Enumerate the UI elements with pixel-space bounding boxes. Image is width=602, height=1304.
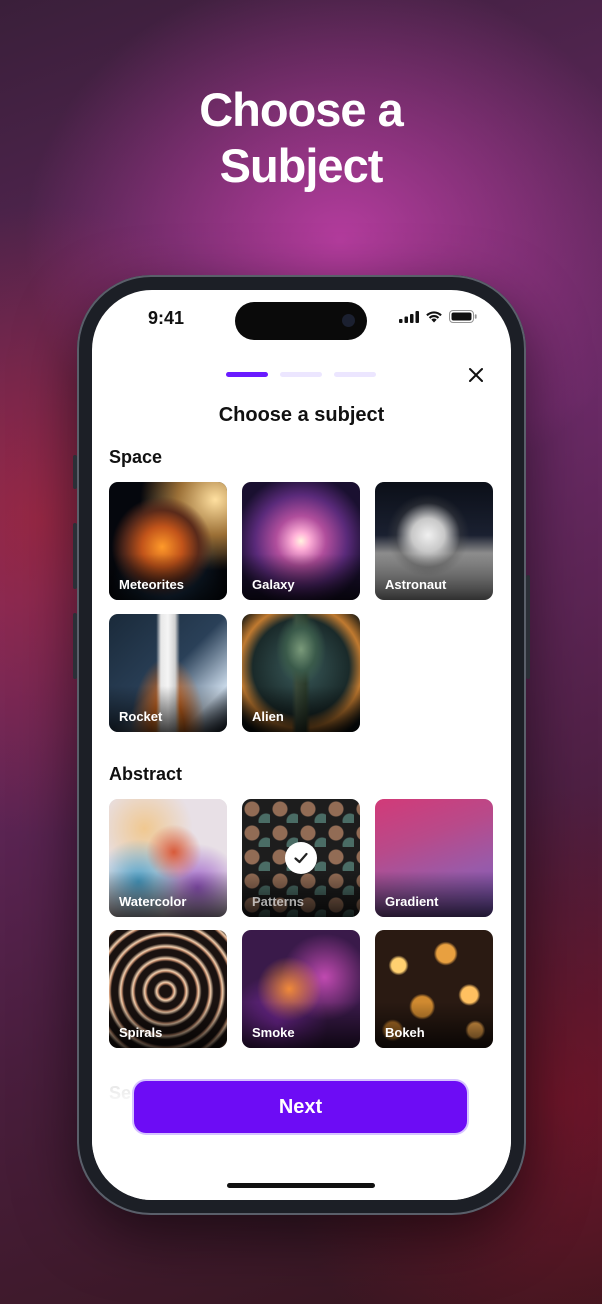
- screen-title: Choose a subject: [218, 404, 385, 426]
- tile-label: Spirals: [119, 1025, 163, 1040]
- subject-tile-smoke[interactable]: Smoke: [242, 930, 360, 1048]
- tile-label: Astronaut: [385, 577, 447, 592]
- subject-tile-watercolor[interactable]: Watercolor: [109, 799, 227, 917]
- dynamic-island: [235, 302, 367, 340]
- step-progress: [226, 372, 376, 377]
- progress-step-2: [280, 372, 322, 377]
- checkmark-icon: [294, 852, 308, 864]
- tile-label: Galaxy: [252, 577, 295, 592]
- headline-line-1: Choose a: [199, 83, 404, 136]
- headline-line-2: Subject: [219, 139, 384, 192]
- subject-tile-patterns[interactable]: Patterns: [242, 799, 360, 917]
- tile-label: Patterns: [252, 894, 305, 909]
- next-button[interactable]: Next: [134, 1081, 467, 1133]
- tile-label: Smoke: [252, 1025, 295, 1040]
- progress-step-3: [334, 372, 376, 377]
- wifi-icon: [426, 311, 442, 323]
- tile-label: Bokeh: [385, 1025, 425, 1040]
- tile-label: Watercolor: [119, 894, 187, 909]
- selected-check-badge: [285, 842, 317, 874]
- section-title-abstract: Abstract: [109, 764, 183, 784]
- subject-tile-meteorites[interactable]: Meteorites: [109, 482, 227, 600]
- section-title-space: Space: [109, 447, 163, 467]
- subject-tile-bokeh[interactable]: Bokeh: [375, 930, 493, 1048]
- tile-label: Gradient: [385, 894, 439, 909]
- subject-tile-astronaut[interactable]: Astronaut: [375, 482, 493, 600]
- subject-tile-galaxy[interactable]: Galaxy: [242, 482, 360, 600]
- close-icon: [469, 368, 483, 382]
- power-button: [526, 575, 530, 679]
- subject-tile-spirals[interactable]: Spirals: [109, 930, 227, 1048]
- phone-frame: 9:41 Choose a subject Space Meteorites G…: [73, 275, 530, 1215]
- action-button: [73, 455, 77, 489]
- progress-step-1: [226, 372, 268, 377]
- battery-icon: [449, 310, 477, 323]
- home-indicator: [227, 1183, 375, 1188]
- volume-down-button: [73, 613, 77, 679]
- volume-up-button: [73, 523, 77, 589]
- app-screen: 9:41 Choose a subject Space Meteorites G…: [92, 290, 511, 1200]
- tile-label: Alien: [252, 709, 284, 724]
- subject-tile-gradient[interactable]: Gradient: [375, 799, 493, 917]
- cellular-signal-icon: [399, 310, 419, 323]
- close-button[interactable]: [463, 362, 489, 388]
- subject-tile-rocket[interactable]: Rocket: [109, 614, 227, 732]
- promo-headline: Choose a Subject: [0, 82, 602, 194]
- subject-tile-alien[interactable]: Alien: [242, 614, 360, 732]
- tile-label: Rocket: [119, 709, 163, 724]
- status-icons: [399, 310, 477, 323]
- tile-label: Meteorites: [119, 577, 185, 592]
- status-time: 9:41: [148, 308, 185, 328]
